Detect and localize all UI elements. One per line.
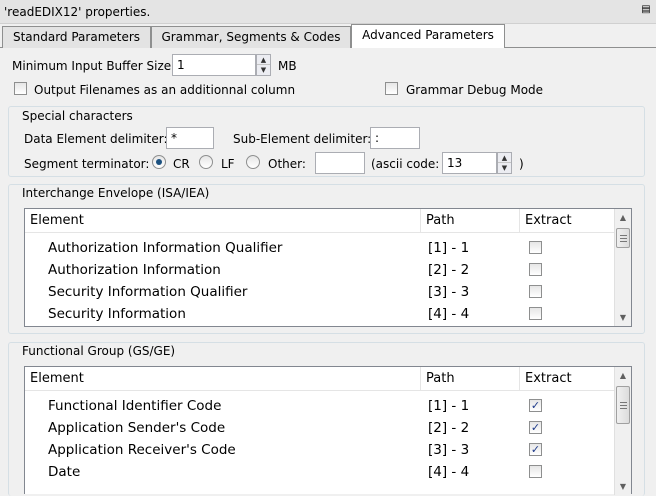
spin-down-icon[interactable]: ▼ (257, 65, 270, 75)
tab-standard-parameters[interactable]: Standard Parameters (2, 26, 151, 48)
row-element: Authorization Information Qualifier (48, 240, 283, 256)
advanced-parameters-panel: Minimum Input Buffer Size: 1 ▲ ▼ MB Outp… (0, 48, 656, 496)
table-header: Element Path Extract (25, 367, 614, 391)
buffer-size-spinner[interactable]: ▲ ▼ (256, 54, 271, 76)
scroll-up-icon[interactable]: ▲ (615, 209, 631, 226)
extract-checkbox[interactable]: ✓ (529, 399, 542, 412)
tab-grammar-segments-codes[interactable]: Grammar, Segments & Codes (151, 26, 351, 48)
extract-checkbox[interactable] (529, 241, 542, 254)
row-element: Application Receiver's Code (48, 442, 236, 458)
column-header-path[interactable]: Path (421, 367, 520, 391)
row-path: [2] - 2 (428, 262, 470, 278)
row-path: [2] - 2 (428, 420, 470, 436)
lf-label: LF (221, 157, 235, 171)
other-radio[interactable] (246, 155, 260, 169)
extract-checkbox[interactable] (529, 263, 542, 276)
interchange-envelope-title: Interchange Envelope (ISA/IEA) (22, 186, 210, 200)
buffer-size-input[interactable]: 1 (172, 54, 256, 76)
grammar-debug-checkbox[interactable] (385, 82, 398, 95)
row-element: Date (48, 464, 81, 480)
cr-label: CR (173, 157, 190, 171)
other-label: Other: (268, 157, 306, 171)
tab-advanced-parameters[interactable]: Advanced Parameters (351, 24, 505, 49)
row-path: [1] - 1 (428, 398, 470, 414)
tab-strip: Standard Parameters Grammar, Segments & … (0, 24, 656, 49)
row-element: Security Information Qualifier (48, 284, 248, 300)
ascii-code-spinner[interactable]: ▲ ▼ (497, 152, 512, 174)
functional-group-title: Functional Group (GS/GE) (22, 344, 176, 358)
row-element: Application Sender's Code (48, 420, 226, 436)
scrollbar-thumb[interactable] (616, 228, 630, 248)
column-header-extract[interactable]: Extract (520, 367, 614, 391)
spin-up-icon[interactable]: ▲ (498, 153, 511, 163)
table-row[interactable]: Security Information [4] - 4 (25, 303, 614, 325)
data-element-delimiter-label: Data Element delimiter: (24, 132, 168, 146)
table-row[interactable]: Authorization Information [2] - 2 (25, 259, 614, 281)
output-filenames-label: Output Filenames as an additionnal colum… (34, 83, 296, 97)
table-row[interactable]: Authorization Information Qualifier [1] … (25, 237, 614, 259)
functional-group-scrollbar[interactable]: ▲ ▼ (614, 367, 631, 495)
title-bar: 'readEDIX12' properties. ▤ (0, 0, 656, 24)
row-element: Authorization Information (48, 262, 221, 278)
spin-down-icon[interactable]: ▼ (498, 163, 511, 173)
extract-checkbox[interactable] (529, 307, 542, 320)
table-row[interactable]: Application Receiver's Code [3] - 3 ✓ (25, 439, 614, 461)
buffer-size-unit: MB (278, 59, 297, 73)
radio-selected-icon (156, 159, 162, 165)
cr-radio[interactable] (152, 155, 166, 169)
buffer-size-label: Minimum Input Buffer Size: (12, 59, 176, 73)
row-path: [1] - 1 (428, 240, 470, 256)
output-filenames-checkbox[interactable] (14, 82, 27, 95)
row-path: [4] - 4 (428, 464, 470, 480)
row-element: Security Information (48, 306, 186, 322)
column-header-element[interactable]: Element (25, 209, 421, 233)
interchange-scrollbar[interactable]: ▲ ▼ (614, 209, 631, 326)
special-characters-title: Special characters (22, 109, 133, 123)
pin-icon[interactable]: ▤ (640, 4, 652, 16)
column-header-element[interactable]: Element (25, 367, 421, 391)
scrollbar-thumb[interactable] (616, 386, 630, 424)
row-path: [3] - 3 (428, 442, 470, 458)
row-path: [4] - 4 (428, 306, 470, 322)
functional-group-table: Element Path Extract Functional Identifi… (24, 366, 632, 495)
ascii-code-close: ) (519, 157, 524, 171)
segment-terminator-label: Segment terminator: (24, 157, 150, 171)
sub-element-delimiter-input[interactable]: : (370, 127, 420, 149)
row-element: Functional Identifier Code (48, 398, 222, 414)
data-element-delimiter-input[interactable]: * (166, 127, 214, 149)
ascii-code-label: (ascii code: (371, 157, 440, 171)
table-row[interactable]: Functional Identifier Code [1] - 1 ✓ (25, 395, 614, 417)
scroll-up-icon[interactable]: ▲ (615, 367, 631, 384)
ascii-code-input[interactable]: 13 (442, 152, 497, 174)
extract-checkbox[interactable] (529, 465, 542, 478)
scroll-down-icon[interactable]: ▼ (615, 309, 631, 326)
lf-radio[interactable] (199, 155, 213, 169)
extract-checkbox[interactable] (529, 285, 542, 298)
table-row[interactable]: Date [4] - 4 (25, 461, 614, 483)
table-row[interactable]: Security Information Qualifier [3] - 3 (25, 281, 614, 303)
extract-checkbox[interactable]: ✓ (529, 443, 542, 456)
grammar-debug-label: Grammar Debug Mode (406, 83, 544, 97)
row-path: [3] - 3 (428, 284, 470, 300)
column-header-extract[interactable]: Extract (520, 209, 614, 233)
interchange-table: Element Path Extract Authorization Infor… (24, 208, 632, 327)
spin-up-icon[interactable]: ▲ (257, 55, 270, 65)
column-header-path[interactable]: Path (421, 209, 520, 233)
window-title: 'readEDIX12' properties. (4, 5, 151, 19)
extract-checkbox[interactable]: ✓ (529, 421, 542, 434)
table-row[interactable]: Application Sender's Code [2] - 2 ✓ (25, 417, 614, 439)
sub-element-delimiter-label: Sub-Element delimiter: (233, 132, 372, 146)
other-terminator-input[interactable] (315, 152, 365, 174)
scroll-down-icon[interactable]: ▼ (615, 478, 631, 495)
table-header: Element Path Extract (25, 209, 614, 233)
